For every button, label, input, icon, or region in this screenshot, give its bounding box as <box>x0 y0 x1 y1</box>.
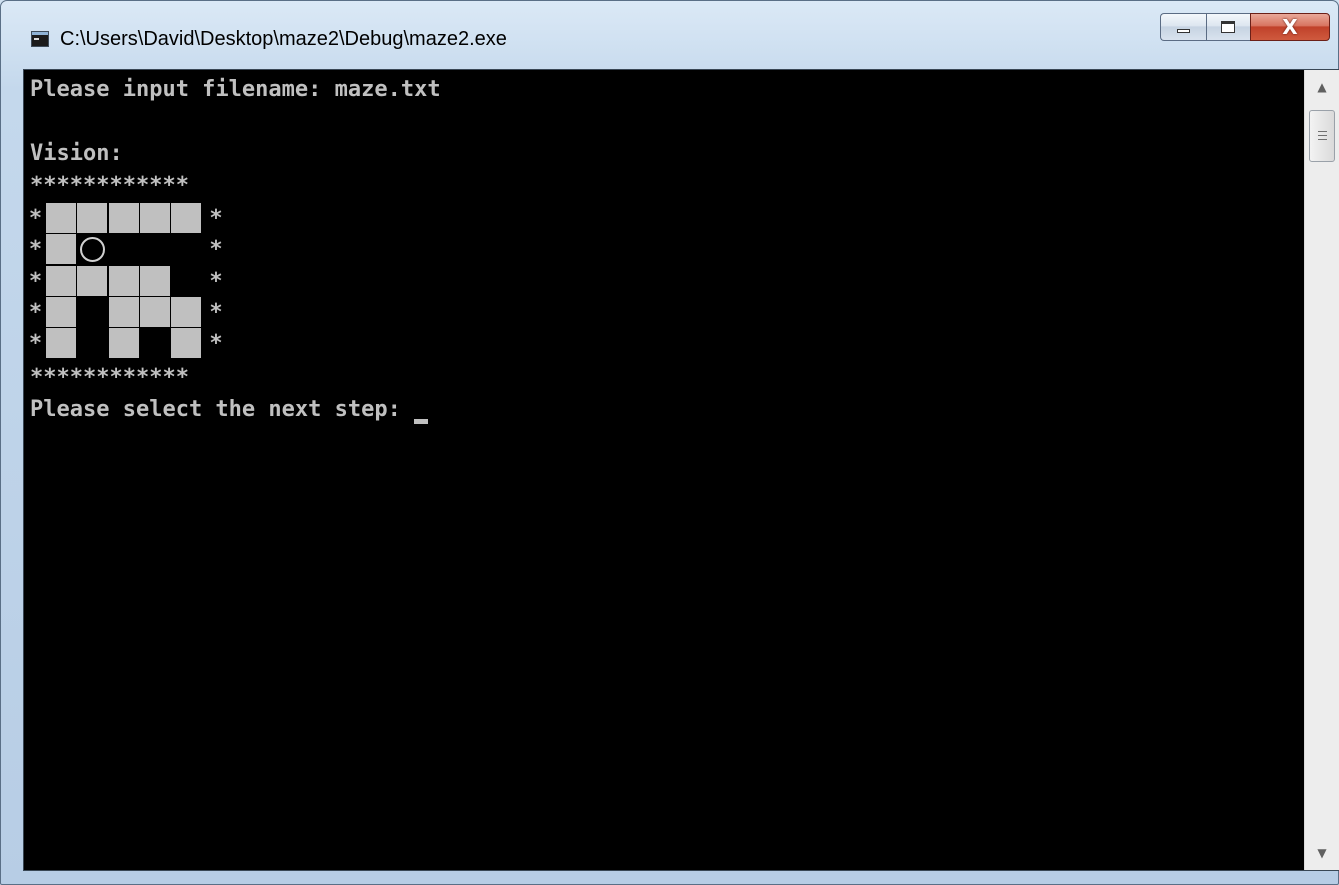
thumb-grip-line <box>1318 139 1327 140</box>
maze-wall-cell <box>108 203 139 233</box>
maze-wall-cell <box>46 234 76 265</box>
player-marker <box>80 237 106 263</box>
close-button[interactable]: X <box>1250 13 1330 41</box>
window-controls: X <box>1160 13 1330 43</box>
maze-wall-cell <box>139 203 170 233</box>
maze-wall-cell <box>108 296 139 327</box>
minimize-icon <box>1177 29 1190 33</box>
maze-wall-cell <box>77 265 108 296</box>
maze-wall-cell <box>77 203 108 233</box>
scroll-thumb[interactable] <box>1309 110 1335 162</box>
scroll-down-icon: ▼ <box>1317 846 1327 860</box>
maze-border-top: ************ <box>30 173 189 198</box>
maze-wall-cell <box>108 328 139 359</box>
console-client-area: Please input filename: maze.txt Vision: … <box>23 69 1339 871</box>
maze-wall-cell <box>171 296 202 327</box>
vertical-scrollbar[interactable]: ▲ ▼ <box>1304 70 1339 870</box>
next-step-prompt-line: Please select the next step: <box>30 394 429 426</box>
maze-wall-cell <box>139 265 170 296</box>
maze-border-star: * <box>209 237 223 263</box>
window-title: C:\Users\David\Desktop\maze2\Debug\maze2… <box>60 28 507 50</box>
console-output[interactable]: Please input filename: maze.txt Vision: … <box>24 70 1304 870</box>
next-step-prompt: Please select the next step: <box>30 397 415 422</box>
maximize-icon <box>1221 21 1235 33</box>
maze-border-bottom: ************ <box>30 365 189 390</box>
maze-wall-cell <box>139 296 170 327</box>
filename-prompt-line: Please input filename: maze.txt <box>30 77 441 102</box>
vision-label: Vision: <box>30 141 123 166</box>
scroll-up-button[interactable]: ▲ <box>1305 70 1339 104</box>
maze-wall-cell <box>171 328 202 359</box>
console-window: C:\Users\David\Desktop\maze2\Debug\maze2… <box>0 0 1339 885</box>
console-app-icon[interactable] <box>31 31 49 47</box>
maximize-button[interactable] <box>1206 13 1250 41</box>
maze-wall-cell <box>171 203 202 233</box>
thumb-grip-line <box>1318 131 1327 132</box>
maze-wall-cell <box>46 296 76 327</box>
maze-wall-cell <box>108 265 139 296</box>
text-cursor <box>414 419 429 424</box>
maze-wall-cell <box>46 328 76 359</box>
thumb-grip-line <box>1318 135 1327 136</box>
title-bar[interactable]: C:\Users\David\Desktop\maze2\Debug\maze2… <box>1 1 1338 69</box>
maze-wall-cell <box>46 203 76 233</box>
close-icon: X <box>1282 15 1298 39</box>
maze-border-star: * <box>209 299 223 325</box>
scroll-up-icon: ▲ <box>1317 80 1327 94</box>
maze-wall-cell <box>46 265 76 296</box>
maze-border-star: * <box>209 206 223 231</box>
minimize-button[interactable] <box>1160 13 1206 41</box>
maze-border-star: * <box>209 268 223 294</box>
maze-border-star: * <box>209 331 223 357</box>
scroll-down-button[interactable]: ▼ <box>1305 836 1339 870</box>
